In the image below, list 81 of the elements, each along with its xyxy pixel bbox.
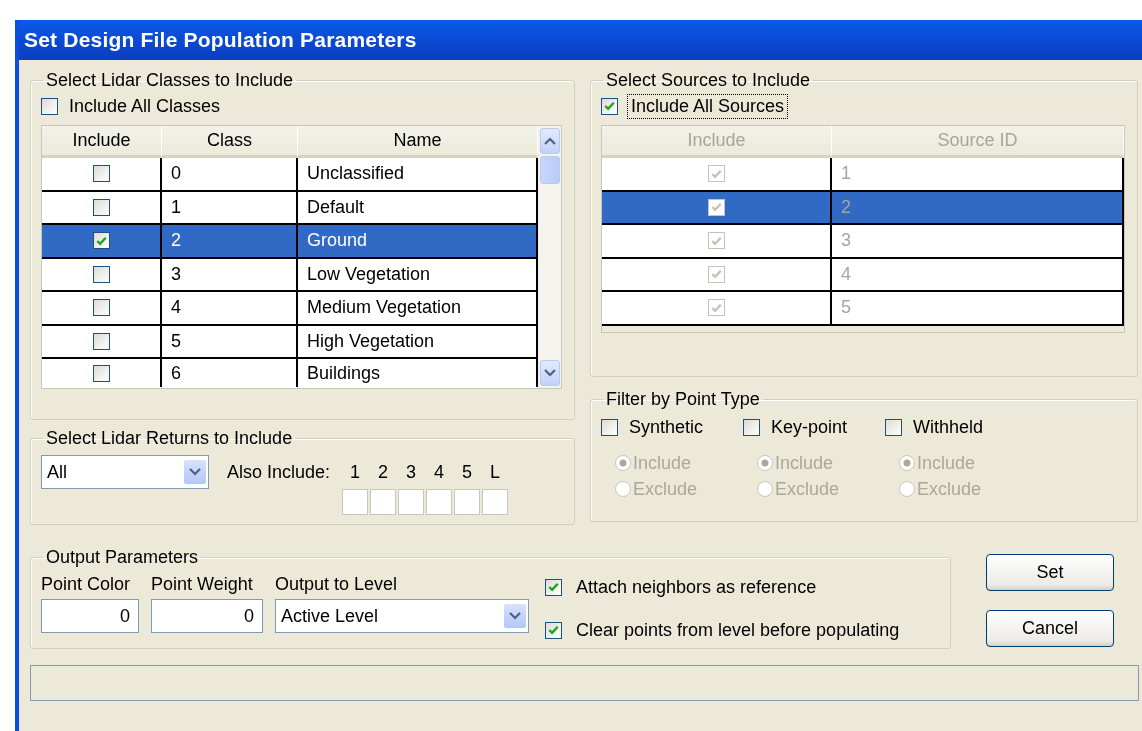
checkbox[interactable] [92, 265, 110, 283]
group-title: Select Lidar Returns to Include [45, 428, 294, 449]
column-header[interactable]: Name [298, 126, 538, 158]
table-cell: 4 [832, 258, 1124, 292]
table-cell: 5 [832, 292, 1124, 326]
checkbox-label: Include All Sources [629, 95, 787, 117]
dropdown[interactable]: All [41, 455, 209, 489]
table-cell: 3 [162, 258, 298, 292]
caret-icon [189, 468, 201, 476]
checkbox[interactable] [601, 418, 618, 436]
group-title: Select Lidar Classes to Include [45, 70, 295, 91]
checkbox-label: Clear points from level before populating [576, 619, 900, 641]
checkbox[interactable] [92, 165, 110, 183]
table-cell: High Vegetation [298, 325, 538, 359]
radio-label: Exclude [775, 478, 840, 500]
checkbox-label: 1 [350, 462, 361, 483]
field-label: Point Weight [151, 573, 254, 595]
checkbox-label: Synthetic [629, 416, 704, 438]
checkbox[interactable] [601, 97, 618, 115]
table-cell: Default [298, 191, 538, 225]
dropdown-value: Active Level [281, 605, 379, 627]
table-cell: 5 [162, 325, 298, 359]
table-cell: Medium Vegetation [298, 292, 538, 326]
checkbox-label: 5 [462, 462, 473, 483]
table-cell: 1 [832, 158, 1124, 192]
checkbox-label: Include All Classes [69, 95, 221, 117]
checkbox[interactable] [41, 97, 58, 115]
dropdown-button[interactable] [504, 604, 526, 628]
checkbox-label: 2 [378, 462, 389, 483]
checkbox[interactable] [92, 198, 110, 216]
dropdown-value: All [47, 461, 67, 483]
scroll-up-button[interactable] [540, 128, 560, 154]
dropdown[interactable]: Active Level [275, 599, 529, 633]
checkbox[interactable] [92, 364, 110, 382]
checkbox[interactable] [92, 232, 110, 250]
radio-label: Include [775, 452, 834, 474]
caret-icon [544, 137, 556, 145]
field-label: Also Include: [227, 461, 331, 483]
radio-label: Include [917, 452, 976, 474]
table-cell: 3 [832, 225, 1124, 259]
table-cell: 4 [162, 292, 298, 326]
column-header[interactable]: Class [162, 126, 298, 158]
group-title: Filter by Point Type [605, 389, 761, 410]
checkbox[interactable] [743, 418, 760, 436]
dialog-button[interactable]: Set [986, 554, 1114, 591]
window-title: Set Design File Population Parameters [24, 28, 417, 52]
checkbox-label: L [490, 462, 501, 483]
field-label: Output to Level [275, 573, 399, 595]
checkbox-label: 3 [406, 462, 417, 483]
radio-label: Exclude [917, 478, 982, 500]
radio-label: Include [633, 452, 692, 474]
checkbox[interactable] [885, 418, 902, 436]
table-cell: 2 [162, 225, 298, 259]
radio-label: Exclude [633, 478, 698, 500]
table-cell: Ground [298, 225, 538, 259]
column-header[interactable]: Include [42, 126, 162, 158]
table-cell: 1 [162, 191, 298, 225]
checkbox[interactable] [92, 299, 110, 317]
table-cell: Low Vegetation [298, 258, 538, 292]
dialog-button[interactable]: Cancel [986, 610, 1114, 647]
checkbox-label: Withheld [913, 416, 984, 438]
caret-icon [544, 369, 556, 377]
scrollbar-track[interactable] [538, 126, 561, 388]
checkbox-label: 4 [434, 462, 445, 483]
table-cell: Unclassified [298, 158, 538, 192]
checkbox[interactable] [545, 621, 562, 639]
table-cell: 0 [162, 158, 298, 192]
scroll-thumb[interactable] [540, 156, 560, 184]
field-label: Point Color [41, 573, 132, 595]
caret-icon [509, 612, 521, 620]
checkbox-label: Key-point [771, 416, 848, 438]
group-title: Output Parameters [45, 547, 200, 568]
dropdown-button[interactable] [184, 460, 206, 484]
input-field[interactable]: 0 [151, 599, 263, 633]
checkbox-label: Attach neighbors as reference [576, 576, 817, 598]
checkbox[interactable] [92, 332, 110, 350]
checkbox[interactable] [545, 578, 562, 596]
input-field[interactable]: 0 [41, 599, 139, 633]
table-cell: 2 [832, 191, 1124, 225]
scroll-down-button[interactable] [540, 360, 560, 386]
group-title: Select Sources to Include [605, 70, 812, 91]
